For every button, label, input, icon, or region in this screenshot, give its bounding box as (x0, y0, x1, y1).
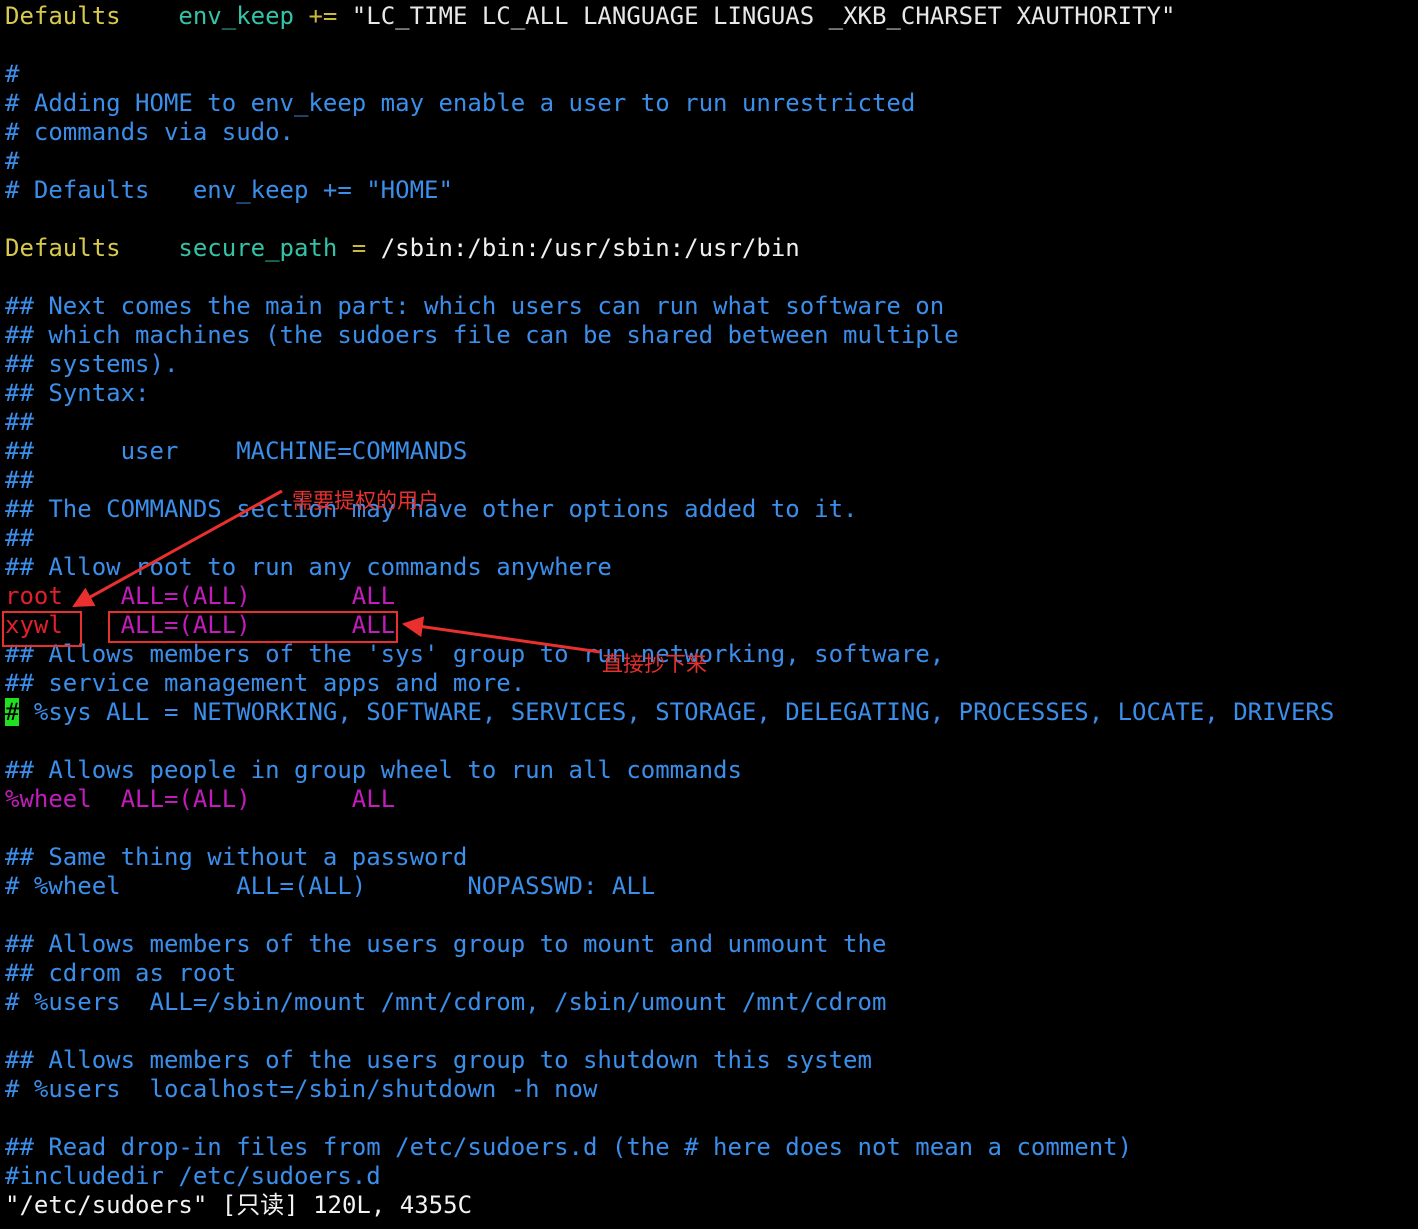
arrow-to-user (72, 489, 283, 608)
arrow-to-spec (401, 616, 601, 654)
annotation-arrows (72, 489, 601, 654)
